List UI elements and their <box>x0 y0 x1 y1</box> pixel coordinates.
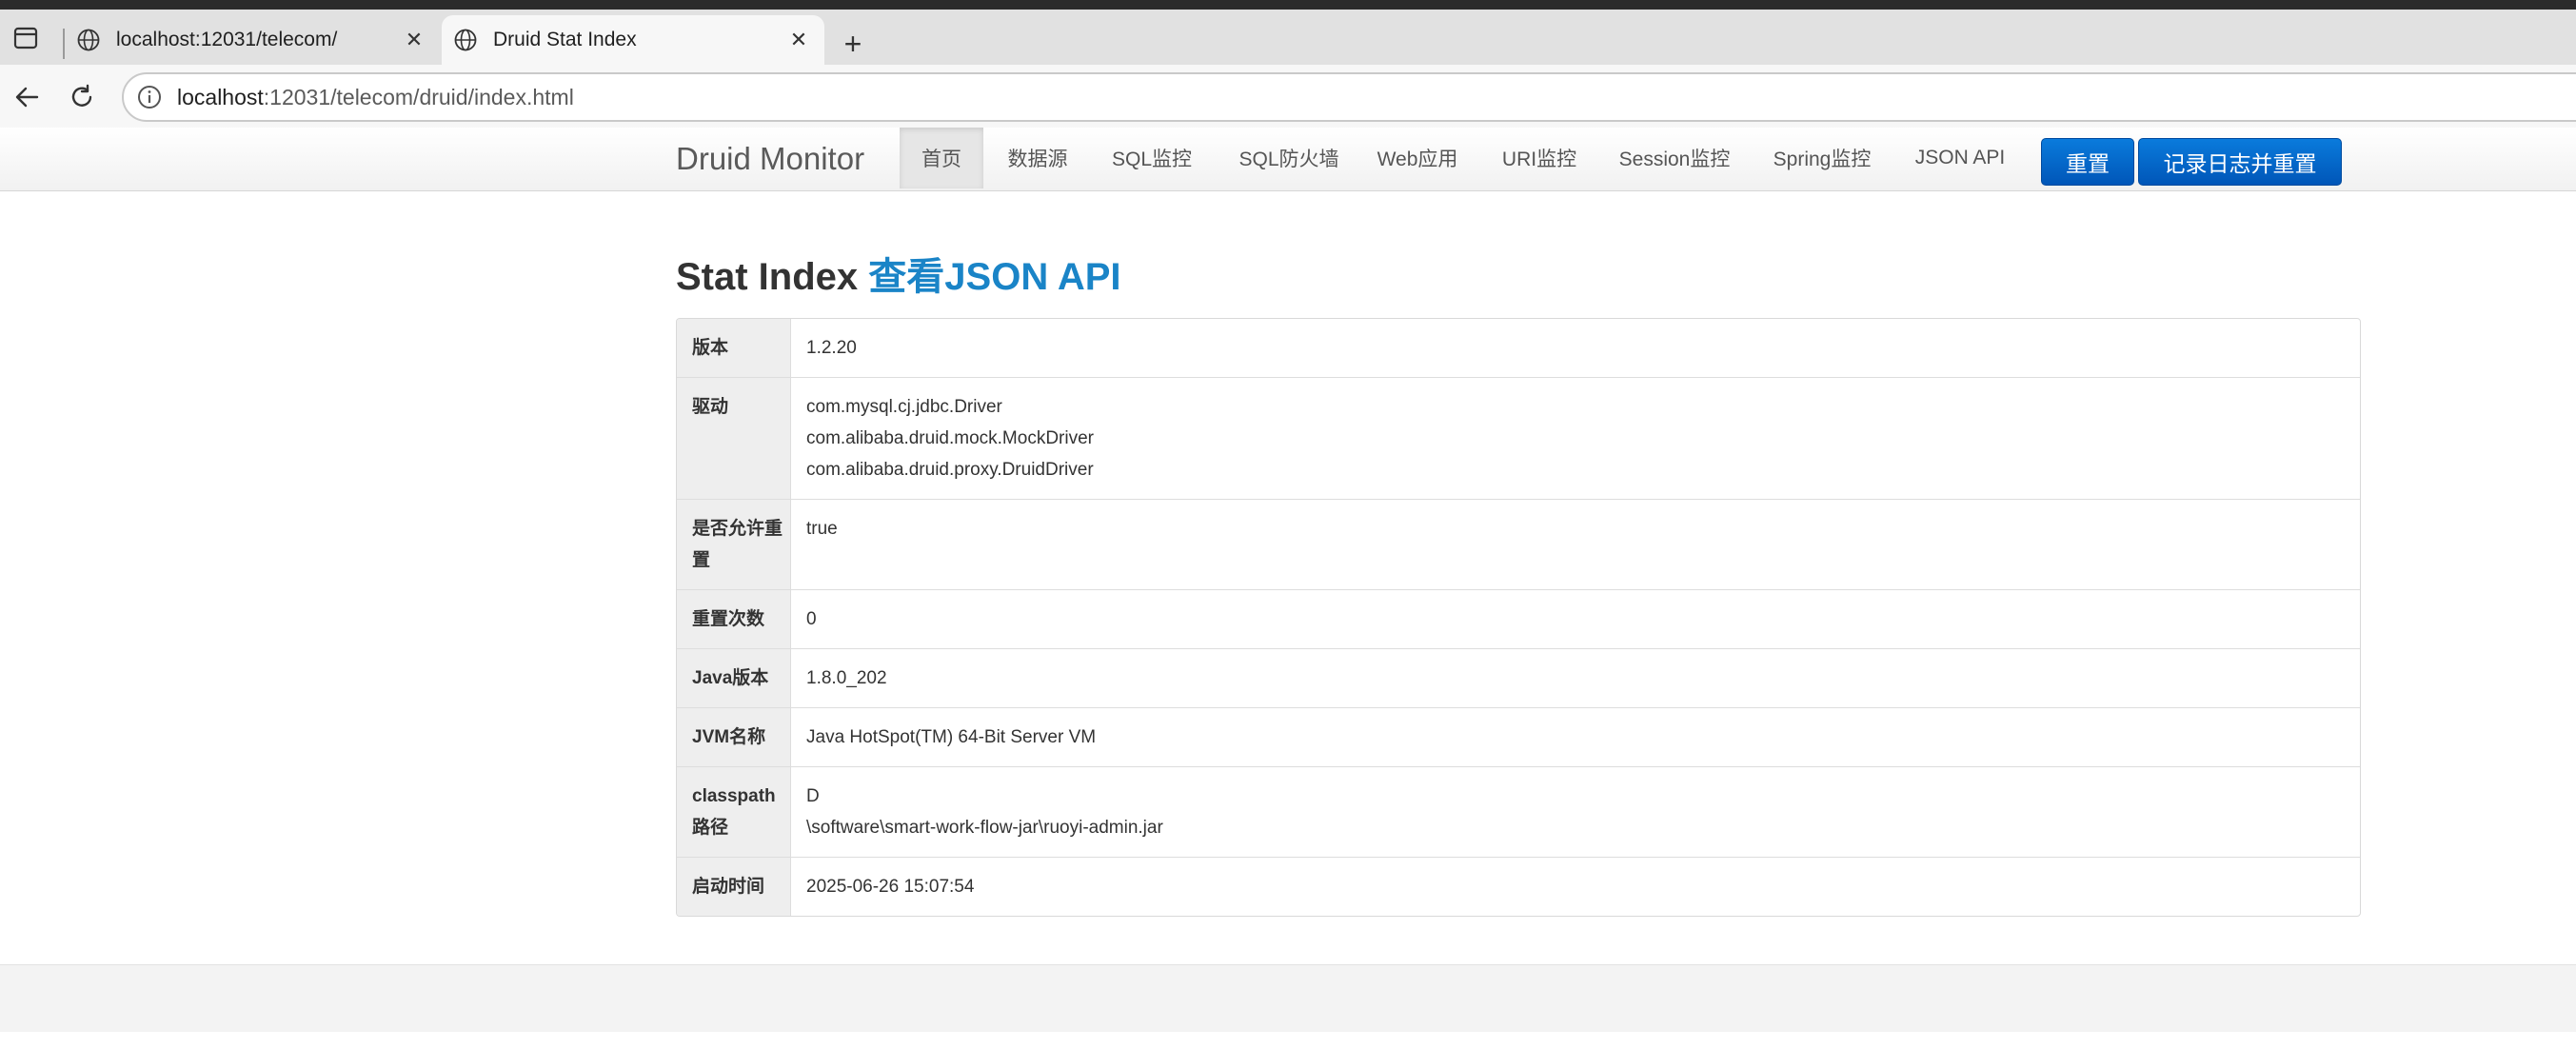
row-label: classpath路径 <box>677 767 791 857</box>
table-row: 启动时间 2025-06-26 15:07:54 <box>677 857 2360 916</box>
value-line: 2025-06-26 15:07:54 <box>806 877 975 897</box>
value-line: 0 <box>806 609 817 629</box>
row-label: 启动时间 <box>677 858 791 916</box>
value-line: 1.2.20 <box>806 338 857 358</box>
tab-title: localhost:12031/telecom/ <box>116 29 338 50</box>
row-label: Java版本 <box>677 649 791 707</box>
close-icon[interactable]: ✕ <box>783 24 815 56</box>
nav-datasource[interactable]: 数据源 <box>990 128 1085 188</box>
reload-icon[interactable] <box>61 76 103 118</box>
value-line: Java HotSpot(TM) 64-Bit Server VM <box>806 727 1097 747</box>
address-bar: localhost:12031/telecom/druid/index.html <box>0 65 2576 129</box>
tab-title: Druid Stat Index <box>493 29 637 50</box>
row-value: com.mysql.cj.jdbc.Driver com.alibaba.drui… <box>791 378 2360 499</box>
table-row: 版本 1.2.20 <box>677 319 2360 377</box>
value-line: \software\smart-work-flow-jar\ruoyi-admi… <box>806 818 1163 838</box>
new-tab-plus-icon[interactable]: + <box>834 25 872 63</box>
row-label: 版本 <box>677 319 791 377</box>
row-value: 1.2.20 <box>791 319 2360 377</box>
tab-druid-stat-index[interactable]: Druid Stat Index ✕ <box>442 15 824 65</box>
table-row: 是否允许重置 true <box>677 499 2360 589</box>
site-info-icon[interactable] <box>135 83 164 111</box>
globe-icon <box>454 29 477 51</box>
url-field[interactable]: localhost:12031/telecom/druid/index.html <box>122 72 2576 122</box>
table-row: 重置次数 0 <box>677 589 2360 648</box>
stat-table: 版本 1.2.20 驱动 com.mysql.cj.jdbc.Driver com.al… <box>676 318 2361 917</box>
nav-json-api[interactable]: JSON API <box>1904 128 2016 188</box>
druid-navbar: Druid Monitor 首页 数据源 SQL监控 SQL防火墙 Web应用 … <box>0 128 2576 191</box>
value-line: com.mysql.cj.jdbc.Driver <box>806 397 1002 417</box>
row-label: 驱动 <box>677 378 791 499</box>
globe-icon <box>77 29 100 51</box>
value-line: D <box>806 786 820 806</box>
nav-sql-monitor[interactable]: SQL监控 <box>1095 128 1209 188</box>
row-value: Java HotSpot(TM) 64-Bit Server VM <box>791 708 2360 766</box>
url-text: localhost:12031/telecom/druid/index.html <box>177 84 574 109</box>
value-line: com.alibaba.druid.mock.MockDriver <box>806 428 1094 448</box>
table-row: classpath路径 D \software\smart-work-flow-ja… <box>677 766 2360 857</box>
row-value: 2025-06-26 15:07:54 <box>791 858 2360 916</box>
value-line: true <box>806 519 838 539</box>
row-value: 1.8.0_202 <box>791 649 2360 707</box>
row-label: JVM名称 <box>677 708 791 766</box>
close-icon[interactable]: ✕ <box>398 24 430 56</box>
tab-bar: localhost:12031/telecom/ ✕ Druid Stat In… <box>0 10 2576 65</box>
tab-actions-icon[interactable] <box>6 19 46 57</box>
table-row: Java版本 1.8.0_202 <box>677 648 2360 707</box>
page-footer <box>0 964 2576 1032</box>
row-value: 0 <box>791 590 2360 648</box>
nav-home[interactable]: 首页 <box>900 128 983 188</box>
nav-web-app[interactable]: Web应用 <box>1367 128 1468 188</box>
table-row: 驱动 com.mysql.cj.jdbc.Driver com.alibaba.dr… <box>677 377 2360 499</box>
tab-localhost[interactable]: localhost:12031/telecom/ ✕ <box>65 15 440 65</box>
log-and-reset-button[interactable]: 记录日志并重置 <box>2138 138 2342 186</box>
reset-button[interactable]: 重置 <box>2041 138 2134 186</box>
nav-sql-firewall[interactable]: SQL防火墙 <box>1222 128 1356 188</box>
page-title: Stat Index 查看JSON API <box>676 256 1121 298</box>
row-label: 是否允许重置 <box>677 500 791 589</box>
nav-uri-monitor[interactable]: URI监控 <box>1487 128 1592 188</box>
row-value: true <box>791 500 2360 589</box>
table-row: JVM名称 Java HotSpot(TM) 64-Bit Server VM <box>677 707 2360 766</box>
row-label: 重置次数 <box>677 590 791 648</box>
nav-session-monitor[interactable]: Session监控 <box>1609 128 1740 188</box>
nav-spring-monitor[interactable]: Spring监控 <box>1765 128 1879 188</box>
view-json-api-link[interactable]: 查看JSON API <box>868 256 1120 298</box>
back-arrow-icon[interactable] <box>6 76 48 118</box>
brand-logo-text[interactable]: Druid Monitor <box>676 141 864 177</box>
window-top-strip <box>0 0 2576 10</box>
row-value: D \software\smart-work-flow-jar\ruoyi-adm… <box>791 767 2360 857</box>
value-line: com.alibaba.druid.proxy.DruidDriver <box>806 460 1094 480</box>
value-line: 1.8.0_202 <box>806 668 887 688</box>
